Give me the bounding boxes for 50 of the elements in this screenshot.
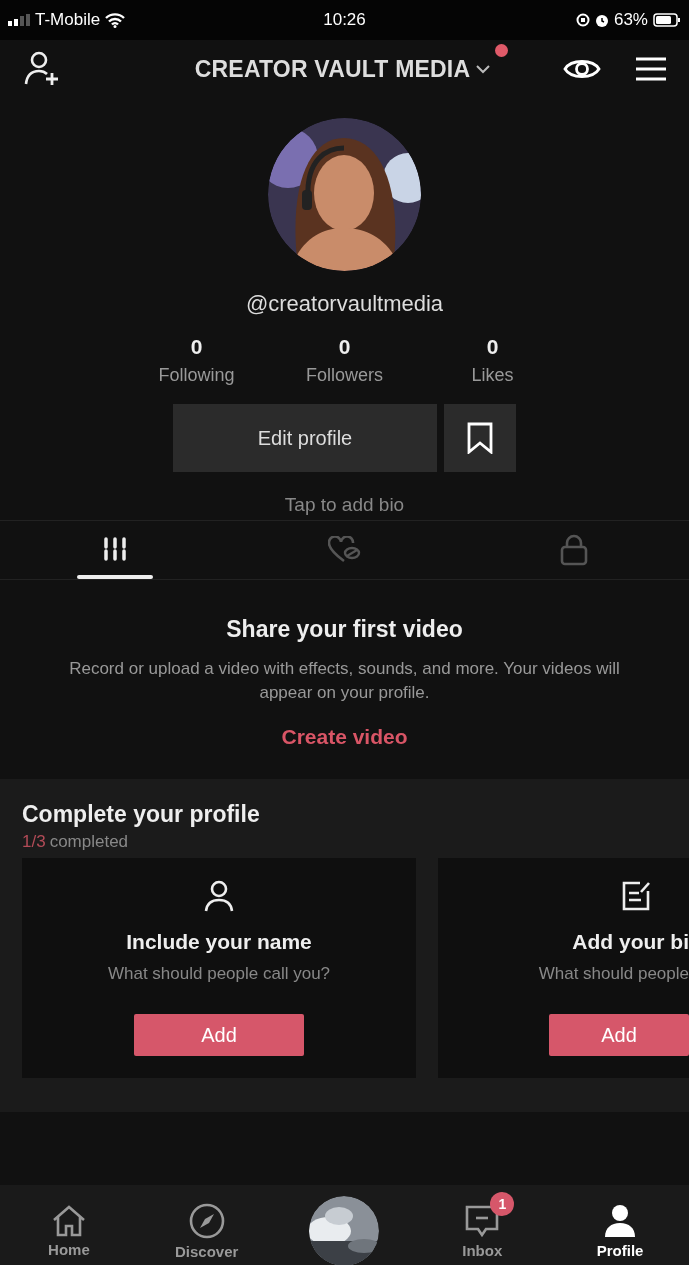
lock-rotation-icon xyxy=(575,13,590,27)
card-title: Include your name xyxy=(126,930,312,954)
nav-tab[interactable]: Profile xyxy=(551,1191,689,1259)
compass-icon xyxy=(188,1202,225,1239)
bookmark-button[interactable] xyxy=(444,404,516,472)
card-subtitle: What should people xyxy=(538,964,689,984)
nav-label: Inbox xyxy=(462,1241,503,1259)
add-bio-link[interactable]: Tap to add bio xyxy=(284,494,405,516)
edit-profile-button[interactable]: Edit profile xyxy=(173,404,437,472)
bookmark-icon xyxy=(467,422,493,454)
battery-percent: 63% xyxy=(613,10,648,30)
menu-icon[interactable] xyxy=(635,56,667,82)
clock-time: 10:26 xyxy=(323,10,366,30)
username: @creatorvaultmedia xyxy=(245,291,444,317)
stat-count: 0 xyxy=(338,335,351,359)
nav-label: Profile xyxy=(596,1241,644,1259)
message-icon xyxy=(464,1203,501,1238)
nav-tab[interactable]: Discover xyxy=(137,1190,276,1260)
chevron-down-icon[interactable] xyxy=(476,64,491,74)
section-title: Complete your profile xyxy=(22,801,261,828)
nav-tab[interactable]: Home xyxy=(0,1192,138,1258)
account-name[interactable]: CREATOR VAULT MEDIA xyxy=(194,55,471,83)
stat-count: 0 xyxy=(486,335,499,359)
heart-hidden-icon xyxy=(327,536,362,564)
unread-badge: 1 xyxy=(490,1191,515,1216)
stat-label: Likes xyxy=(471,365,514,386)
wifi-icon xyxy=(105,12,126,28)
card-title: Add your bi xyxy=(572,930,689,954)
stat-label: Followers xyxy=(306,365,383,386)
signal-icon xyxy=(8,14,30,26)
stat-count: 0 xyxy=(190,335,203,359)
battery-icon xyxy=(653,13,681,27)
lock-icon xyxy=(560,534,589,566)
nav-label: Discover xyxy=(175,1242,239,1260)
nav-tab[interactable]: 1 Inbox xyxy=(413,1191,552,1259)
add-button[interactable]: Add xyxy=(549,1014,689,1056)
add-button[interactable]: Add xyxy=(134,1014,304,1056)
carrier-name: T-Mobile xyxy=(35,10,101,30)
card-subtitle: What should people call you? xyxy=(107,964,331,984)
progress-label: completed xyxy=(49,832,129,852)
empty-description: Record or upload a video with effects, sounds, and more. Your videos will appear on your profile. xyxy=(68,658,621,704)
alarm-icon xyxy=(594,12,609,28)
stat-label: Following xyxy=(158,365,235,386)
progress-count: 1/3 xyxy=(22,832,46,852)
person-icon xyxy=(204,880,234,912)
grid-icon xyxy=(101,537,128,563)
empty-title: Share your first video xyxy=(226,616,463,643)
create-video-link[interactable]: Create video xyxy=(281,724,408,749)
nav-label: Home xyxy=(48,1240,90,1258)
note-edit-icon xyxy=(621,880,651,912)
